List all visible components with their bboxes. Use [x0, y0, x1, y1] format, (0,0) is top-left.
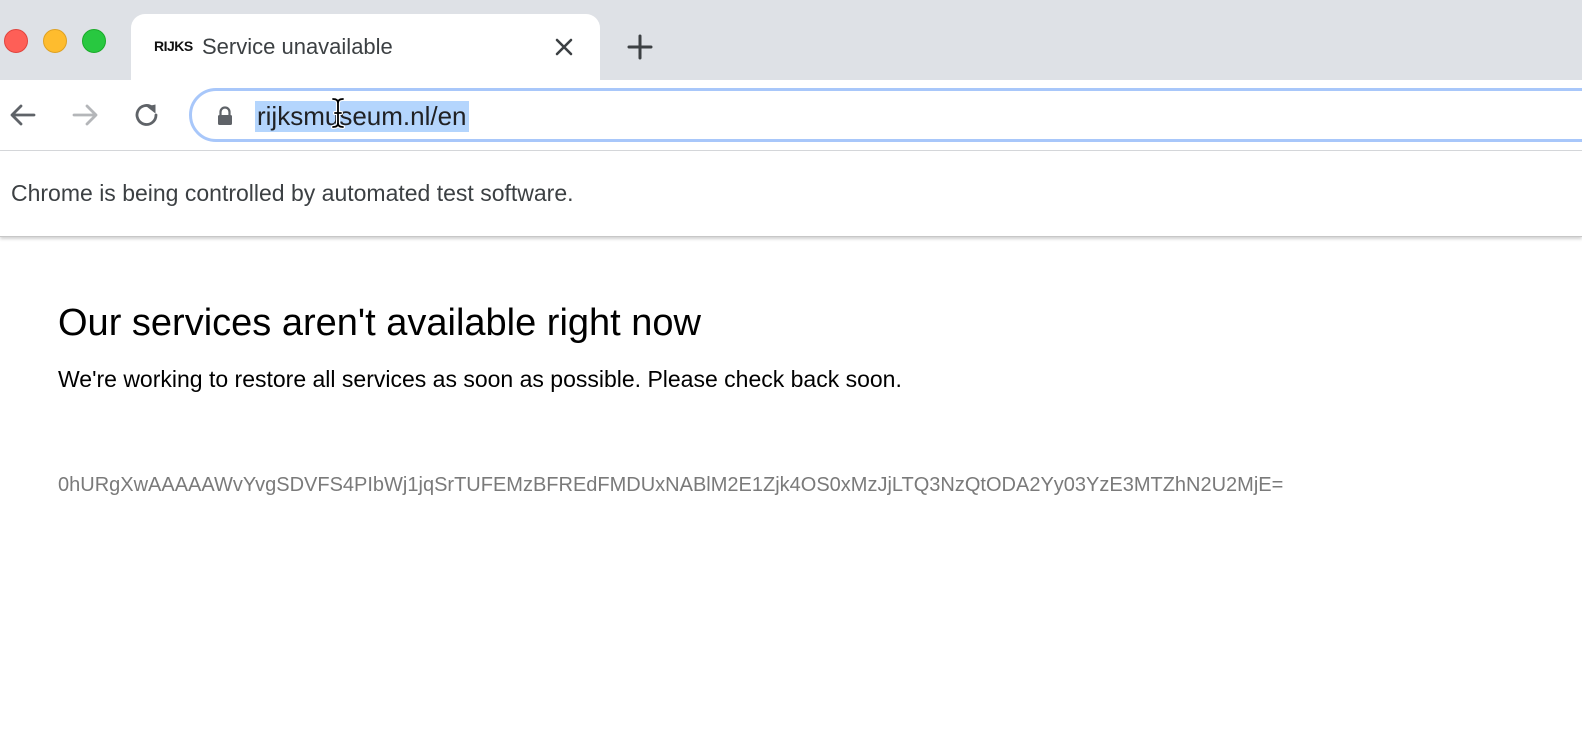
- arrow-left-icon[interactable]: [8, 100, 38, 130]
- close-icon[interactable]: [551, 34, 577, 60]
- toolbar: rijksmuseum.nl/en: [0, 80, 1582, 151]
- window-minimize-button[interactable]: [43, 29, 67, 53]
- window-maximize-button[interactable]: [82, 29, 106, 53]
- arrow-right-icon[interactable]: [70, 100, 100, 130]
- infobar-text: Chrome is being controlled by automated …: [11, 180, 574, 206]
- window-close-button[interactable]: [4, 29, 28, 53]
- reload-icon[interactable]: [132, 100, 162, 130]
- tab-strip: RIJKS Service unavailable: [0, 0, 1582, 80]
- url-text[interactable]: rijksmuseum.nl/en: [257, 101, 467, 131]
- address-bar[interactable]: rijksmuseum.nl/en: [189, 88, 1582, 142]
- lock-icon[interactable]: [216, 106, 234, 126]
- automation-infobar: Chrome is being controlled by automated …: [0, 151, 1582, 237]
- tab-active[interactable]: RIJKS Service unavailable: [131, 14, 600, 80]
- plus-icon[interactable]: [626, 33, 654, 61]
- text-cursor-icon: [331, 97, 345, 129]
- error-message: We're working to restore all services as…: [58, 366, 902, 392]
- tab-favicon: RIJKS: [154, 38, 193, 54]
- page-content: Our services aren't available right now …: [58, 300, 1538, 498]
- reference-id: 0hURgXwAAAAAWvYvgSDVFS4PIbWj1jqSrTUFEMzB…: [58, 474, 1284, 496]
- tab-title: Service unavailable: [202, 34, 393, 59]
- page-title: Our services aren't available right now: [58, 302, 701, 344]
- url-selection: rijksmuseum.nl/en: [255, 101, 469, 132]
